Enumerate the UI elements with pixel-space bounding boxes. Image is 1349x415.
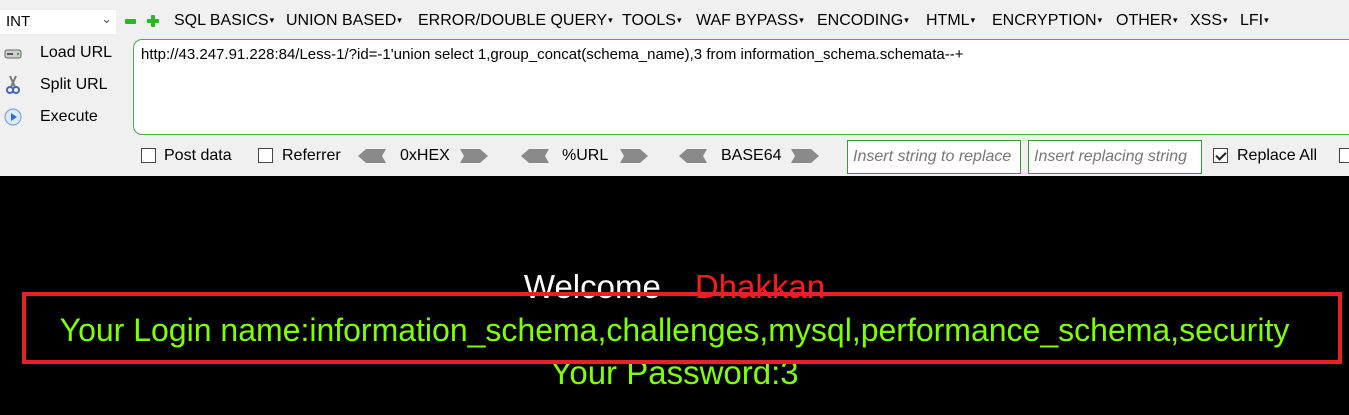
menu-error-double-query[interactable]: ERROR/DOUBLE QUERY▾ xyxy=(418,12,613,30)
menu-label: UNION BASED xyxy=(286,12,397,29)
menu-label: ERROR/DOUBLE QUERY xyxy=(418,12,608,29)
menu-encryption[interactable]: ENCRYPTION▾ xyxy=(992,12,1102,30)
hex-label: 0xHEX xyxy=(400,147,450,164)
menu-other[interactable]: OTHER▾ xyxy=(1116,12,1178,30)
base64-encode-arrow-icon[interactable] xyxy=(791,149,819,163)
referrer-checkbox[interactable] xyxy=(258,148,273,163)
url-encode-arrow-icon[interactable] xyxy=(620,149,648,163)
injection-type-value: INT xyxy=(6,13,31,30)
base64-decode-arrow-icon[interactable] xyxy=(679,149,707,163)
menu-label: HTML xyxy=(926,12,970,29)
referrer-label: Referrer xyxy=(282,147,341,164)
play-icon xyxy=(3,107,23,127)
menu-label: ENCODING xyxy=(817,12,904,29)
menu-label: SQL BASICS xyxy=(174,12,269,29)
hackbar-toolbar: INT ⌄ SQL BASICS▾ UNION BASED▾ ERROR/DOU… xyxy=(0,0,1349,176)
replace-all-label: Replace All xyxy=(1237,147,1318,164)
menu-lfi[interactable]: LFI▾ xyxy=(1240,12,1269,30)
caret-down-icon: ▾ xyxy=(608,15,613,26)
menu-label: TOOLS xyxy=(622,12,676,29)
menu-sql-basics[interactable]: SQL BASICS▾ xyxy=(174,12,274,30)
replace-all-checkbox[interactable] xyxy=(1213,148,1228,163)
scissors-icon xyxy=(3,75,23,95)
execute-button[interactable]: Execute xyxy=(0,104,126,132)
caret-down-icon: ▾ xyxy=(904,15,909,26)
caret-down-icon: ▾ xyxy=(1264,15,1269,26)
url-encoding-label: %URL xyxy=(562,147,609,164)
menu-label: XSS xyxy=(1190,12,1223,29)
caret-down-icon: ▾ xyxy=(676,15,682,26)
caret-down-icon: ▾ xyxy=(269,15,275,26)
menu-tools[interactable]: TOOLS▾ xyxy=(622,12,681,30)
increase-icon[interactable] xyxy=(147,15,159,27)
hex-encode-arrow-icon[interactable] xyxy=(460,149,488,163)
menu-html[interactable]: HTML▾ xyxy=(926,12,975,30)
execute-label: Execute xyxy=(40,108,98,125)
base64-label: BASE64 xyxy=(721,147,782,164)
caret-down-icon: ▾ xyxy=(1223,15,1228,26)
url-input[interactable]: http://43.247.91.228:84/Less-1/?id=-1'un… xyxy=(133,39,1349,135)
menu-label: OTHER xyxy=(1116,12,1172,29)
replacing-string-input[interactable] xyxy=(1028,140,1202,174)
menu-union-based[interactable]: UNION BASED▾ xyxy=(286,12,402,30)
url-decode-arrow-icon[interactable] xyxy=(521,149,549,163)
hex-decode-arrow-icon[interactable] xyxy=(358,149,386,163)
menu-label: WAF BYPASS xyxy=(696,12,799,29)
split-url-label: Split URL xyxy=(40,76,108,93)
menu-bar: INT ⌄ SQL BASICS▾ UNION BASED▾ ERROR/DOU… xyxy=(0,6,1349,38)
injection-type-select[interactable]: INT ⌄ xyxy=(0,10,116,34)
menu-waf-bypass[interactable]: WAF BYPASS▾ xyxy=(696,12,804,30)
chevron-down-icon: ⌄ xyxy=(101,11,112,26)
extra-option-checkbox[interactable] xyxy=(1339,148,1349,163)
options-row: Post data Referrer 0xHEX %URL BASE64 Rep… xyxy=(0,140,1349,174)
caret-down-icon: ▾ xyxy=(1097,15,1103,26)
drive-icon xyxy=(3,43,23,63)
url-text: http://43.247.91.228:84/Less-1/?id=-1'un… xyxy=(141,46,964,63)
menu-encoding[interactable]: ENCODING▾ xyxy=(817,12,909,30)
load-url-label: Load URL xyxy=(40,44,113,61)
menu-label: LFI xyxy=(1240,12,1264,29)
post-data-checkbox[interactable] xyxy=(141,148,156,163)
caret-down-icon: ▾ xyxy=(799,15,804,26)
decrease-icon[interactable] xyxy=(125,19,136,24)
page-content: Welcome Dhakkan Your Login name:informati… xyxy=(0,176,1349,415)
caret-down-icon: ▾ xyxy=(1173,15,1178,26)
menu-xss[interactable]: XSS▾ xyxy=(1190,12,1228,30)
post-data-label: Post data xyxy=(164,147,232,164)
caret-down-icon: ▾ xyxy=(397,15,402,26)
menu-label: ENCRYPTION xyxy=(992,12,1097,29)
replace-string-input[interactable] xyxy=(847,140,1021,174)
load-url-button[interactable]: Load URL xyxy=(0,40,126,68)
split-url-button[interactable]: Split URL xyxy=(0,72,126,100)
caret-down-icon: ▾ xyxy=(970,15,976,26)
highlight-annotation-box xyxy=(22,292,1342,364)
